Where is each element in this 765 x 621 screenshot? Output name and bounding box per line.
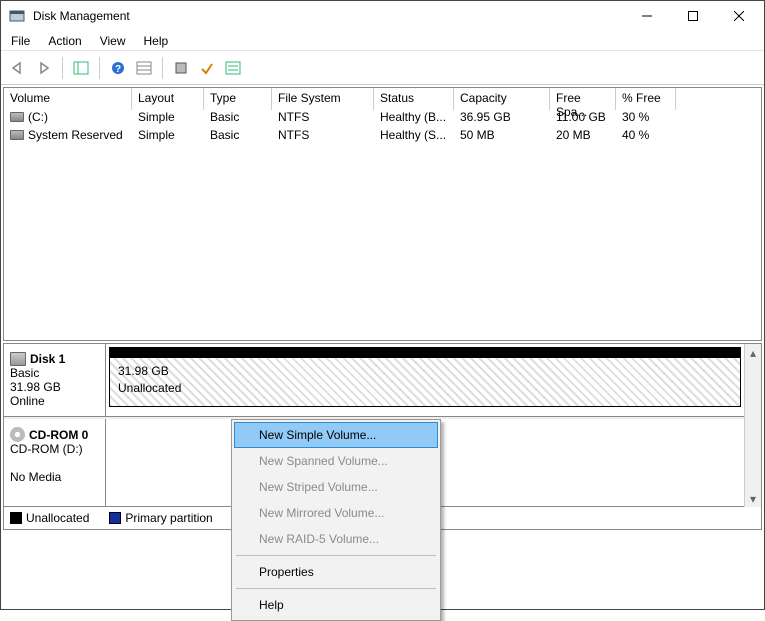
disk-status: No Media bbox=[10, 470, 99, 484]
toolbar-separator bbox=[99, 57, 100, 79]
ctx-new-striped-volume: New Striped Volume... bbox=[234, 474, 438, 500]
partition-color-bar bbox=[110, 348, 740, 358]
disk-header[interactable]: Disk 1 Basic 31.98 GB Online bbox=[4, 344, 106, 416]
disk-size bbox=[10, 456, 99, 470]
volume-icon bbox=[10, 112, 24, 122]
toolbar: ? bbox=[1, 51, 764, 85]
cell-status: Healthy (S... bbox=[374, 128, 454, 146]
col-status[interactable]: Status bbox=[374, 88, 454, 110]
disk-size: 31.98 GB bbox=[10, 380, 99, 394]
disk-name: Disk 1 bbox=[30, 352, 65, 366]
table-row[interactable]: (C:) Simple Basic NTFS Healthy (B... 36.… bbox=[4, 110, 761, 128]
legend-swatch-black bbox=[10, 512, 22, 524]
legend-primary: Primary partition bbox=[109, 511, 212, 525]
help-icon[interactable]: ? bbox=[107, 57, 129, 79]
disk-icon bbox=[10, 352, 26, 366]
back-button[interactable] bbox=[7, 57, 29, 79]
disk-name: CD-ROM 0 bbox=[29, 428, 88, 442]
volume-icon bbox=[10, 130, 24, 140]
window-title: Disk Management bbox=[33, 9, 624, 23]
vertical-scrollbar[interactable]: ▴ ▾ bbox=[744, 344, 761, 507]
col-free[interactable]: Free Spa... bbox=[550, 88, 616, 110]
legend-swatch-blue bbox=[109, 512, 121, 524]
title-bar: Disk Management bbox=[1, 1, 764, 31]
refresh-icon[interactable] bbox=[170, 57, 192, 79]
volume-table-header: Volume Layout Type File System Status Ca… bbox=[4, 88, 761, 110]
settings-icon[interactable] bbox=[133, 57, 155, 79]
menu-help[interactable]: Help bbox=[144, 34, 169, 48]
forward-button[interactable] bbox=[33, 57, 55, 79]
toolbar-separator bbox=[62, 57, 63, 79]
col-capacity[interactable]: Capacity bbox=[454, 88, 550, 110]
ctx-separator bbox=[236, 555, 436, 556]
disk-header[interactable]: CD-ROM 0 CD-ROM (D:) No Media bbox=[4, 419, 106, 506]
col-volume[interactable]: Volume bbox=[4, 88, 132, 110]
cell-free: 20 MB bbox=[550, 128, 616, 146]
close-button[interactable] bbox=[716, 1, 762, 31]
table-row[interactable]: System Reserved Simple Basic NTFS Health… bbox=[4, 128, 761, 146]
menu-file[interactable]: File bbox=[11, 34, 30, 48]
volume-table-body: (C:) Simple Basic NTFS Healthy (B... 36.… bbox=[4, 110, 761, 340]
menu-bar: File Action View Help bbox=[1, 31, 764, 51]
ctx-new-raid5-volume: New RAID-5 Volume... bbox=[234, 526, 438, 552]
action-icon[interactable] bbox=[196, 57, 218, 79]
ctx-separator bbox=[236, 588, 436, 589]
cell-status: Healthy (B... bbox=[374, 110, 454, 128]
cell-volume: System Reserved bbox=[28, 128, 123, 142]
disk-row: Disk 1 Basic 31.98 GB Online 31.98 GB Un… bbox=[4, 344, 744, 417]
list-icon[interactable] bbox=[222, 57, 244, 79]
partition-unallocated[interactable]: 31.98 GB Unallocated bbox=[109, 347, 741, 407]
cell-pct: 30 % bbox=[616, 110, 676, 128]
maximize-button[interactable] bbox=[670, 1, 716, 31]
svg-text:?: ? bbox=[115, 64, 121, 75]
cell-layout: Simple bbox=[132, 110, 204, 128]
disk-type: Basic bbox=[10, 366, 99, 380]
col-filesystem[interactable]: File System bbox=[272, 88, 374, 110]
cell-type: Basic bbox=[204, 128, 272, 146]
col-pctfree[interactable]: % Free bbox=[616, 88, 676, 110]
menu-action[interactable]: Action bbox=[48, 34, 81, 48]
cell-cap: 50 MB bbox=[454, 128, 550, 146]
context-menu: New Simple Volume... New Spanned Volume.… bbox=[231, 419, 441, 621]
ctx-help[interactable]: Help bbox=[234, 592, 438, 618]
cell-fs: NTFS bbox=[272, 110, 374, 128]
scroll-down-icon[interactable]: ▾ bbox=[745, 490, 761, 507]
partition-size: 31.98 GB bbox=[118, 363, 732, 380]
app-icon bbox=[9, 8, 25, 24]
ctx-properties[interactable]: Properties bbox=[234, 559, 438, 585]
minimize-button[interactable] bbox=[624, 1, 670, 31]
ctx-new-simple-volume[interactable]: New Simple Volume... bbox=[234, 422, 438, 448]
partition-label: Unallocated bbox=[118, 380, 732, 397]
ctx-new-spanned-volume: New Spanned Volume... bbox=[234, 448, 438, 474]
volume-table: Volume Layout Type File System Status Ca… bbox=[3, 87, 762, 341]
disk-status: Online bbox=[10, 394, 99, 408]
toolbar-separator bbox=[162, 57, 163, 79]
cell-cap: 36.95 GB bbox=[454, 110, 550, 128]
cell-volume: (C:) bbox=[28, 110, 48, 124]
col-spacer bbox=[676, 88, 761, 110]
col-type[interactable]: Type bbox=[204, 88, 272, 110]
cdrom-icon bbox=[10, 427, 25, 442]
col-layout[interactable]: Layout bbox=[132, 88, 204, 110]
scroll-up-icon[interactable]: ▴ bbox=[745, 344, 761, 361]
show-hide-console-tree-icon[interactable] bbox=[70, 57, 92, 79]
disk-type: CD-ROM (D:) bbox=[10, 442, 99, 456]
cell-fs: NTFS bbox=[272, 128, 374, 146]
menu-view[interactable]: View bbox=[100, 34, 126, 48]
cell-layout: Simple bbox=[132, 128, 204, 146]
cell-type: Basic bbox=[204, 110, 272, 128]
cell-pct: 40 % bbox=[616, 128, 676, 146]
ctx-new-mirrored-volume: New Mirrored Volume... bbox=[234, 500, 438, 526]
legend-unallocated: Unallocated bbox=[10, 511, 89, 525]
